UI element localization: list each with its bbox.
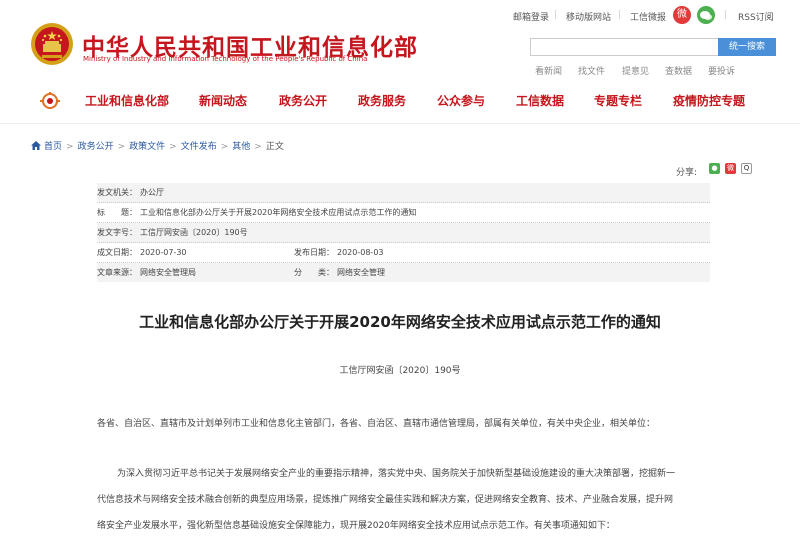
national-emblem-icon[interactable]: [30, 22, 74, 66]
top-utility-bar: 邮箱登录 | 移动版网站 | 工信微报 微 | RSS订阅: [0, 6, 800, 24]
article-paragraph-line: 代信息技术与网络安全技术融合创新的典型应用场景，提炼推广网络安全最佳实践和解决方…: [97, 495, 674, 505]
document-metadata-table: 发文机关： 办公厅 标 题： 工业和信息化部办公厅关于开展2020年网络安全技术…: [97, 183, 710, 282]
meta-published-value: 2020-08-03: [337, 248, 384, 257]
search-input[interactable]: [530, 38, 718, 56]
quick-link-news[interactable]: 看新闻: [535, 64, 562, 77]
meta-source-value: 网络安全管理局: [140, 268, 196, 277]
meta-row-docno: 发文字号： 工信厅网安函〔2020〕190号: [97, 223, 710, 243]
article-doc-number: 工信厅网安函〔2020〕190号: [339, 366, 461, 376]
mail-login-link[interactable]: 邮箱登录: [513, 10, 549, 23]
topbar-separator: |: [724, 10, 728, 20]
nav-item-epidemic[interactable]: 疫情防控专题: [673, 92, 745, 109]
meta-title-value: 工业和信息化部办公厅关于开展2020年网络安全技术应用试点示范工作的通知: [140, 208, 417, 217]
article-paragraph-line: 络安全产业发展水平，强化新型信息基础设施安全保障能力，现开展2020年网络安全技…: [97, 521, 615, 531]
meta-row-issuer: 发文机关： 办公厅: [97, 183, 710, 203]
wechat-brief-link[interactable]: 工信微报: [630, 10, 666, 23]
breadcrumb-current: 正文: [265, 142, 284, 152]
meta-row-source: 文章来源： 网络安全管理局 分 类： 网络安全管理: [97, 263, 710, 282]
quick-link-complaint[interactable]: 要投诉: [708, 64, 735, 77]
header-divider: [0, 123, 800, 124]
breadcrumb-policy[interactable]: 政策文件: [129, 142, 165, 152]
breadcrumb-home[interactable]: 首页: [44, 142, 62, 152]
share-wechat-icon[interactable]: ●: [709, 163, 720, 174]
article-title: 工业和信息化部办公厅关于开展2020年网络安全技术应用试点示范工作的通知: [139, 313, 661, 331]
quick-link-data[interactable]: 查数据: [665, 64, 692, 77]
meta-source-label: 文章来源：: [97, 268, 137, 277]
article-addressees: 各省、自治区、直辖市及计划单列市工业和信息化主管部门，各省、自治区、直辖市通信管…: [97, 419, 656, 429]
mobile-site-link[interactable]: 移动版网站: [566, 10, 611, 23]
home-icon: [31, 141, 41, 150]
meta-row-dates: 成文日期： 2020-07-30 发布日期： 2020-08-03: [97, 243, 710, 263]
nav-item-services[interactable]: 政务服务: [358, 92, 406, 109]
search-button[interactable]: 统一搜索: [718, 38, 776, 56]
share-weibo-icon[interactable]: 微: [725, 163, 736, 174]
home-logo-icon[interactable]: [40, 92, 60, 110]
nav-item-data[interactable]: 工信数据: [516, 92, 564, 109]
meta-published-label: 发布日期：: [294, 248, 334, 257]
nav-item-news[interactable]: 新闻动态: [199, 92, 247, 109]
nav-item-public[interactable]: 公众参与: [437, 92, 485, 109]
meta-title-label: 标 题：: [97, 208, 137, 217]
wechat-icon[interactable]: [697, 6, 715, 24]
topbar-separator: |: [554, 10, 558, 20]
breadcrumb-other[interactable]: 其他: [232, 142, 250, 152]
main-nav: 工业和信息化部 新闻动态 政务公开 政务服务 公众参与 工信数据 专题专栏 疫情…: [0, 90, 800, 112]
meta-category-value: 网络安全管理: [337, 268, 385, 277]
meta-docno-label: 发文字号：: [97, 228, 137, 237]
wechat-bubble-icon: [700, 11, 712, 20]
ministry-title-en: Ministry of Industry and Information Tec…: [83, 55, 368, 63]
nav-item-affairs[interactable]: 政务公开: [279, 92, 327, 109]
nav-item-ministry[interactable]: 工业和信息化部: [85, 92, 169, 109]
meta-written-value: 2020-07-30: [140, 248, 187, 257]
breadcrumb-release[interactable]: 文件发布: [181, 142, 217, 152]
meta-written-label: 成文日期：: [97, 248, 137, 257]
nav-item-topics[interactable]: 专题专栏: [594, 92, 642, 109]
breadcrumb-affairs[interactable]: 政务公开: [78, 142, 114, 152]
breadcrumb: 首页 > 政务公开 > 政策文件 > 文件发布 > 其他 > 正文: [31, 139, 284, 152]
breadcrumb-separator: >: [117, 142, 126, 152]
breadcrumb-separator: >: [169, 142, 177, 152]
topbar-separator: |: [618, 10, 622, 20]
breadcrumb-separator: >: [254, 142, 262, 152]
weibo-icon[interactable]: 微: [673, 6, 691, 24]
quick-link-feedback[interactable]: 提意见: [622, 64, 649, 77]
meta-issuer-label: 发文机关：: [97, 188, 137, 197]
quick-link-files[interactable]: 找文件: [578, 64, 605, 77]
share-qq-icon[interactable]: Q: [741, 163, 752, 174]
meta-category-label: 分 类：: [294, 268, 334, 277]
article-paragraph-line: 为深入贯彻习近平总书记关于发展网络安全产业的重要指示精神，落实党中央、国务院关于…: [117, 469, 676, 479]
meta-row-title: 标 题： 工业和信息化部办公厅关于开展2020年网络安全技术应用试点示范工作的通…: [97, 203, 710, 223]
rss-link[interactable]: RSS订阅: [738, 10, 774, 23]
meta-docno-value: 工信厅网安函〔2020〕190号: [140, 228, 248, 237]
share-label: 分享:: [676, 168, 698, 178]
meta-issuer-value: 办公厅: [140, 188, 164, 197]
breadcrumb-separator: >: [220, 142, 229, 152]
breadcrumb-separator: >: [66, 142, 74, 152]
